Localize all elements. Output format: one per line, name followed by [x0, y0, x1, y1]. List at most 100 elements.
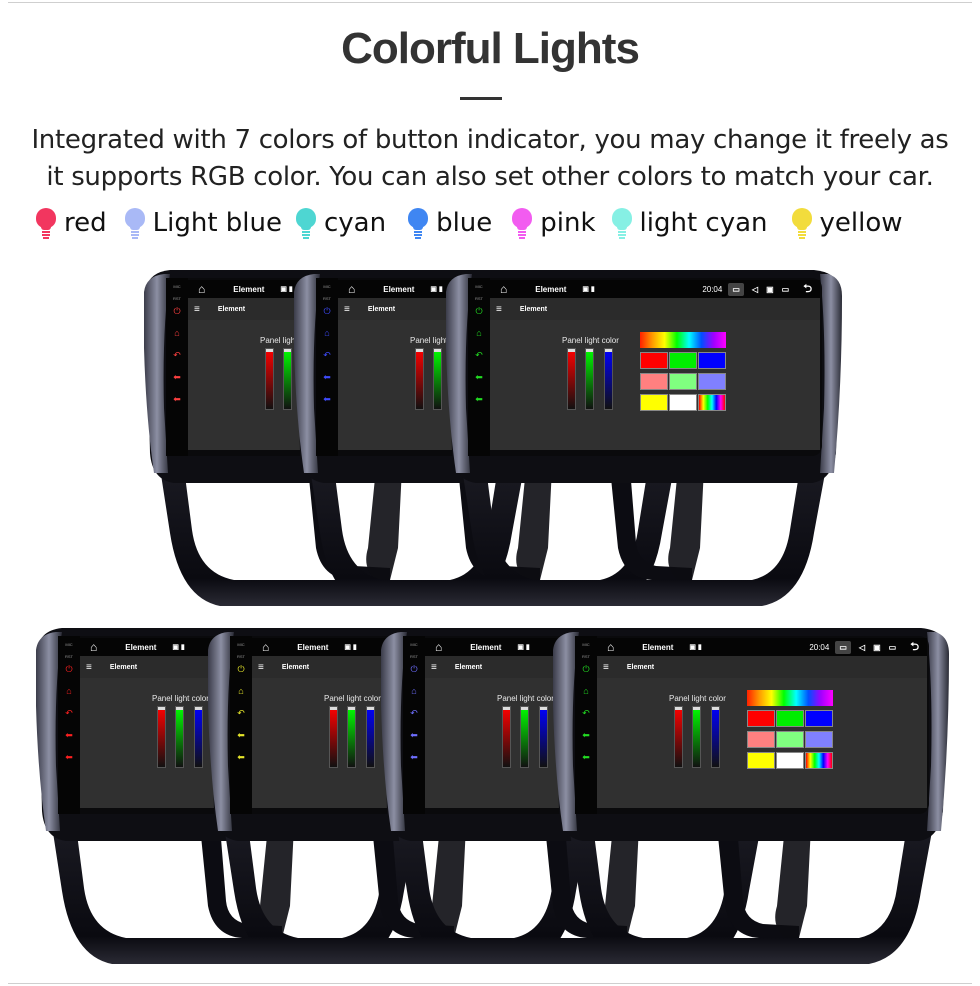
color-swatch[interactable]: [698, 373, 726, 390]
slider-blue[interactable]: [194, 706, 203, 768]
return-icon[interactable]: ⮌: [803, 280, 812, 299]
menu-icon[interactable]: ≡: [258, 662, 264, 673]
slider-green[interactable]: [175, 706, 184, 768]
slider-green[interactable]: [347, 706, 356, 768]
menu-icon[interactable]: ≡: [496, 304, 502, 315]
slider-red[interactable]: [157, 706, 166, 768]
volume-down-icon[interactable]: ⬅: [580, 752, 592, 763]
color-swatch[interactable]: [669, 373, 697, 390]
screenshot-icon[interactable]: ▭: [728, 282, 744, 296]
recent-apps-icon[interactable]: ▭: [889, 643, 897, 652]
slider-knob[interactable]: [266, 349, 273, 352]
slider-red[interactable]: [502, 706, 511, 768]
home-icon[interactable]: ⌂: [171, 328, 183, 338]
back-icon[interactable]: ↶: [171, 350, 183, 361]
back-icon[interactable]: ↶: [473, 350, 485, 361]
color-swatch[interactable]: [698, 352, 726, 369]
color-swatch[interactable]: [776, 710, 804, 727]
color-swatch[interactable]: [669, 394, 697, 411]
home-button-icon[interactable]: ⌂: [262, 640, 269, 654]
home-button-icon[interactable]: ⌂: [348, 282, 355, 296]
slider-knob[interactable]: [568, 349, 575, 352]
slider-blue[interactable]: [604, 348, 613, 410]
color-swatch[interactable]: [640, 373, 668, 390]
volume-down-icon[interactable]: ⬅: [473, 394, 485, 405]
slider-knob[interactable]: [195, 707, 202, 710]
slider-knob[interactable]: [675, 707, 682, 710]
home-button-icon[interactable]: ⌂: [90, 640, 97, 654]
volume-down-icon[interactable]: ⬅: [171, 394, 183, 405]
color-swatch[interactable]: [698, 394, 726, 411]
volume-down-icon[interactable]: ⬅: [408, 752, 420, 763]
slider-blue[interactable]: [711, 706, 720, 768]
menu-icon[interactable]: ≡: [431, 662, 437, 673]
volume-up-icon[interactable]: ⬅: [321, 372, 333, 383]
slider-green[interactable]: [520, 706, 529, 768]
color-spectrum[interactable]: [747, 690, 833, 706]
back-icon[interactable]: ↶: [63, 708, 75, 719]
volume-up-icon[interactable]: ⬅: [408, 730, 420, 741]
color-swatch[interactable]: [805, 710, 833, 727]
slider-red[interactable]: [415, 348, 424, 410]
color-swatch[interactable]: [805, 752, 833, 769]
slider-knob[interactable]: [605, 349, 612, 352]
volume-down-icon[interactable]: ⬅: [63, 752, 75, 763]
power-icon[interactable]: ⏻: [235, 664, 247, 675]
slider-knob[interactable]: [367, 707, 374, 710]
slider-green[interactable]: [692, 706, 701, 768]
home-icon[interactable]: ⌂: [63, 686, 75, 696]
home-icon[interactable]: ⌂: [580, 686, 592, 696]
screen[interactable]: MIC RST ⏻ ⌂ ↶ ⬅ ⬅ ⌂ Element ▣ ▮ 20:04 ▭ ◁ ▣ ▭ ⮌ ≡ Element…: [575, 636, 929, 814]
power-icon[interactable]: ⏻: [408, 664, 420, 675]
color-swatch[interactable]: [747, 731, 775, 748]
home-icon[interactable]: ⌂: [473, 328, 485, 338]
slider-red[interactable]: [567, 348, 576, 410]
volume-down-icon[interactable]: ⬅: [235, 752, 247, 763]
slider-knob[interactable]: [712, 707, 719, 710]
back-icon[interactable]: ↶: [580, 708, 592, 719]
color-swatch[interactable]: [776, 752, 804, 769]
color-swatch[interactable]: [805, 731, 833, 748]
slider-red[interactable]: [329, 706, 338, 768]
recent-apps-icon[interactable]: ▭: [782, 285, 790, 294]
power-icon[interactable]: ⏻: [171, 306, 183, 317]
media-icon[interactable]: ▣: [873, 643, 881, 652]
power-icon[interactable]: ⏻: [63, 664, 75, 675]
slider-knob[interactable]: [434, 349, 441, 352]
screen[interactable]: MIC RST ⏻ ⌂ ↶ ⬅ ⬅ ⌂ Element ▣ ▮ 20:04 ▭ ◁ ▣ ▭ ⮌ ≡ Element…: [468, 278, 822, 456]
volume-up-icon[interactable]: ⬅: [473, 372, 485, 383]
back-icon[interactable]: ↶: [321, 350, 333, 361]
volume-down-icon[interactable]: ⬅: [321, 394, 333, 405]
slider-knob[interactable]: [348, 707, 355, 710]
slider-red[interactable]: [674, 706, 683, 768]
volume-icon[interactable]: ◁: [859, 643, 865, 652]
home-icon[interactable]: ⌂: [321, 328, 333, 338]
slider-knob[interactable]: [503, 707, 510, 710]
slider-knob[interactable]: [540, 707, 547, 710]
slider-knob[interactable]: [158, 707, 165, 710]
home-button-icon[interactable]: ⌂: [607, 640, 614, 654]
home-button-icon[interactable]: ⌂: [500, 282, 507, 296]
home-icon[interactable]: ⌂: [408, 686, 420, 696]
menu-icon[interactable]: ≡: [194, 304, 200, 315]
volume-icon[interactable]: ◁: [752, 285, 758, 294]
back-icon[interactable]: ↶: [408, 708, 420, 719]
slider-green[interactable]: [585, 348, 594, 410]
slider-red[interactable]: [265, 348, 274, 410]
color-swatch[interactable]: [747, 710, 775, 727]
home-button-icon[interactable]: ⌂: [435, 640, 442, 654]
menu-icon[interactable]: ≡: [344, 304, 350, 315]
slider-knob[interactable]: [586, 349, 593, 352]
home-icon[interactable]: ⌂: [235, 686, 247, 696]
media-icon[interactable]: ▣: [766, 285, 774, 294]
slider-blue[interactable]: [539, 706, 548, 768]
menu-icon[interactable]: ≡: [603, 662, 609, 673]
slider-knob[interactable]: [693, 707, 700, 710]
color-swatch[interactable]: [640, 394, 668, 411]
screenshot-icon[interactable]: ▭: [835, 640, 851, 654]
volume-up-icon[interactable]: ⬅: [580, 730, 592, 741]
color-swatch[interactable]: [747, 752, 775, 769]
menu-icon[interactable]: ≡: [86, 662, 92, 673]
back-icon[interactable]: ↶: [235, 708, 247, 719]
color-swatch[interactable]: [669, 352, 697, 369]
